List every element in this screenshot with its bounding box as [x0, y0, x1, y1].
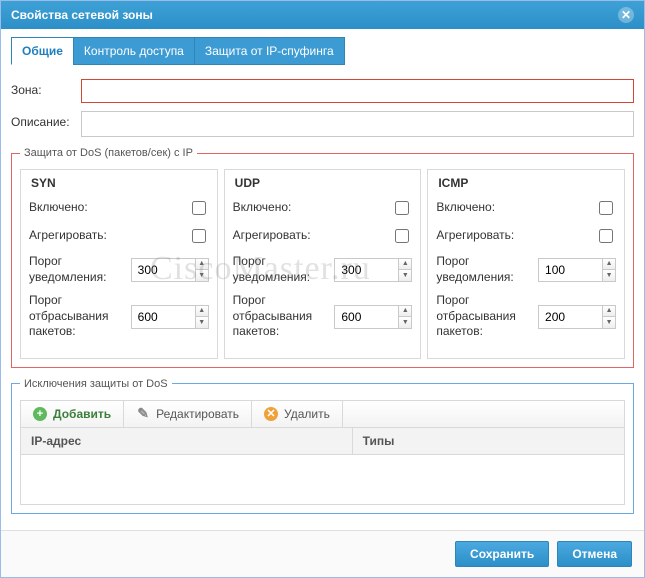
cancel-button[interactable]: Отмена [557, 541, 632, 567]
syn-drop-input[interactable] [132, 306, 195, 328]
dos-syn-panel: SYN Включено: Агрегировать: Порог уведом… [20, 169, 218, 359]
spin-up-icon[interactable]: ▲ [196, 259, 208, 271]
exclusions-legend: Исключения защиты от DoS [20, 378, 172, 390]
spin-down-icon[interactable]: ▼ [603, 317, 615, 328]
dialog-footer: Сохранить Отмена [1, 530, 644, 577]
udp-title: UDP [235, 176, 413, 190]
syn-enabled-checkbox[interactable] [192, 201, 206, 215]
icmp-drop-label: Порог отбрасывания пакетов: [436, 293, 538, 340]
dos-protection-fieldset: Защита от DoS (пакетов/сек) с IP SYN Вкл… [11, 147, 634, 368]
icmp-alert-label: Порог уведомления: [436, 254, 538, 285]
dos-exclusions-fieldset: Исключения защиты от DoS + Добавить ✎ Ре… [11, 378, 634, 514]
udp-enabled-checkbox[interactable] [395, 201, 409, 215]
spin-down-icon[interactable]: ▼ [196, 270, 208, 281]
delete-label: Удалить [284, 407, 330, 421]
icmp-aggregate-label: Агрегировать: [436, 228, 595, 244]
udp-drop-input[interactable] [335, 306, 398, 328]
close-icon[interactable]: ✕ [618, 7, 634, 23]
udp-aggregate-checkbox[interactable] [395, 229, 409, 243]
dialog-window: Свойства сетевой зоны ✕ Общие Контроль д… [0, 0, 645, 578]
syn-aggregate-checkbox[interactable] [192, 229, 206, 243]
tab-access-control[interactable]: Контроль доступа [73, 37, 195, 65]
titlebar: Свойства сетевой зоны ✕ [1, 1, 644, 29]
zone-input[interactable] [81, 79, 634, 103]
icmp-aggregate-checkbox[interactable] [599, 229, 613, 243]
syn-aggregate-label: Агрегировать: [29, 228, 188, 244]
edit-label: Редактировать [156, 407, 239, 421]
udp-alert-input[interactable] [335, 259, 398, 281]
syn-alert-input[interactable] [132, 259, 195, 281]
icmp-enabled-label: Включено: [436, 200, 595, 216]
spin-up-icon[interactable]: ▲ [399, 259, 411, 271]
tab-general[interactable]: Общие [11, 37, 74, 65]
add-label: Добавить [53, 407, 111, 421]
zone-label: Зона: [11, 79, 81, 97]
col-types[interactable]: Типы [353, 428, 624, 454]
spin-down-icon[interactable]: ▼ [196, 317, 208, 328]
spin-up-icon[interactable]: ▲ [196, 306, 208, 318]
dos-legend: Защита от DoS (пакетов/сек) с IP [20, 147, 197, 159]
dos-udp-panel: UDP Включено: Агрегировать: Порог уведом… [224, 169, 422, 359]
udp-alert-label: Порог уведомления: [233, 254, 335, 285]
syn-drop-label: Порог отбрасывания пакетов: [29, 293, 131, 340]
udp-aggregate-label: Агрегировать: [233, 228, 392, 244]
icmp-drop-input[interactable] [539, 306, 602, 328]
spin-up-icon[interactable]: ▲ [603, 306, 615, 318]
syn-enabled-label: Включено: [29, 200, 188, 216]
icmp-alert-spinner[interactable]: ▲▼ [538, 258, 616, 282]
description-label: Описание: [11, 111, 81, 129]
spin-down-icon[interactable]: ▼ [399, 317, 411, 328]
icmp-title: ICMP [438, 176, 616, 190]
exclusions-toolbar: + Добавить ✎ Редактировать ✕ Удалить [20, 400, 625, 428]
spin-up-icon[interactable]: ▲ [603, 259, 615, 271]
icmp-alert-input[interactable] [539, 259, 602, 281]
delete-button[interactable]: ✕ Удалить [252, 401, 343, 427]
col-ip[interactable]: IP-адрес [21, 428, 353, 454]
edit-button[interactable]: ✎ Редактировать [124, 401, 252, 427]
dos-icmp-panel: ICMP Включено: Агрегировать: Порог уведо… [427, 169, 625, 359]
exclusions-grid-header: IP-адрес Типы [20, 428, 625, 455]
spin-down-icon[interactable]: ▼ [603, 270, 615, 281]
syn-drop-spinner[interactable]: ▲▼ [131, 305, 209, 329]
udp-drop-label: Порог отбрасывания пакетов: [233, 293, 335, 340]
dialog-title: Свойства сетевой зоны [11, 8, 153, 22]
add-button[interactable]: + Добавить [21, 401, 124, 427]
spin-up-icon[interactable]: ▲ [399, 306, 411, 318]
plus-icon: + [33, 407, 47, 421]
exclusions-grid-body[interactable] [20, 455, 625, 505]
syn-alert-label: Порог уведомления: [29, 254, 131, 285]
icmp-drop-spinner[interactable]: ▲▼ [538, 305, 616, 329]
pencil-icon: ✎ [136, 407, 150, 421]
delete-icon: ✕ [264, 407, 278, 421]
udp-drop-spinner[interactable]: ▲▼ [334, 305, 412, 329]
tab-strip: Общие Контроль доступа Защита от IP-спуф… [11, 37, 634, 65]
syn-alert-spinner[interactable]: ▲▼ [131, 258, 209, 282]
spin-down-icon[interactable]: ▼ [399, 270, 411, 281]
syn-title: SYN [31, 176, 209, 190]
description-input[interactable] [81, 111, 634, 137]
udp-enabled-label: Включено: [233, 200, 392, 216]
udp-alert-spinner[interactable]: ▲▼ [334, 258, 412, 282]
tab-ip-spoofing[interactable]: Защита от IP-спуфинга [194, 37, 345, 65]
save-button[interactable]: Сохранить [455, 541, 549, 567]
icmp-enabled-checkbox[interactable] [599, 201, 613, 215]
